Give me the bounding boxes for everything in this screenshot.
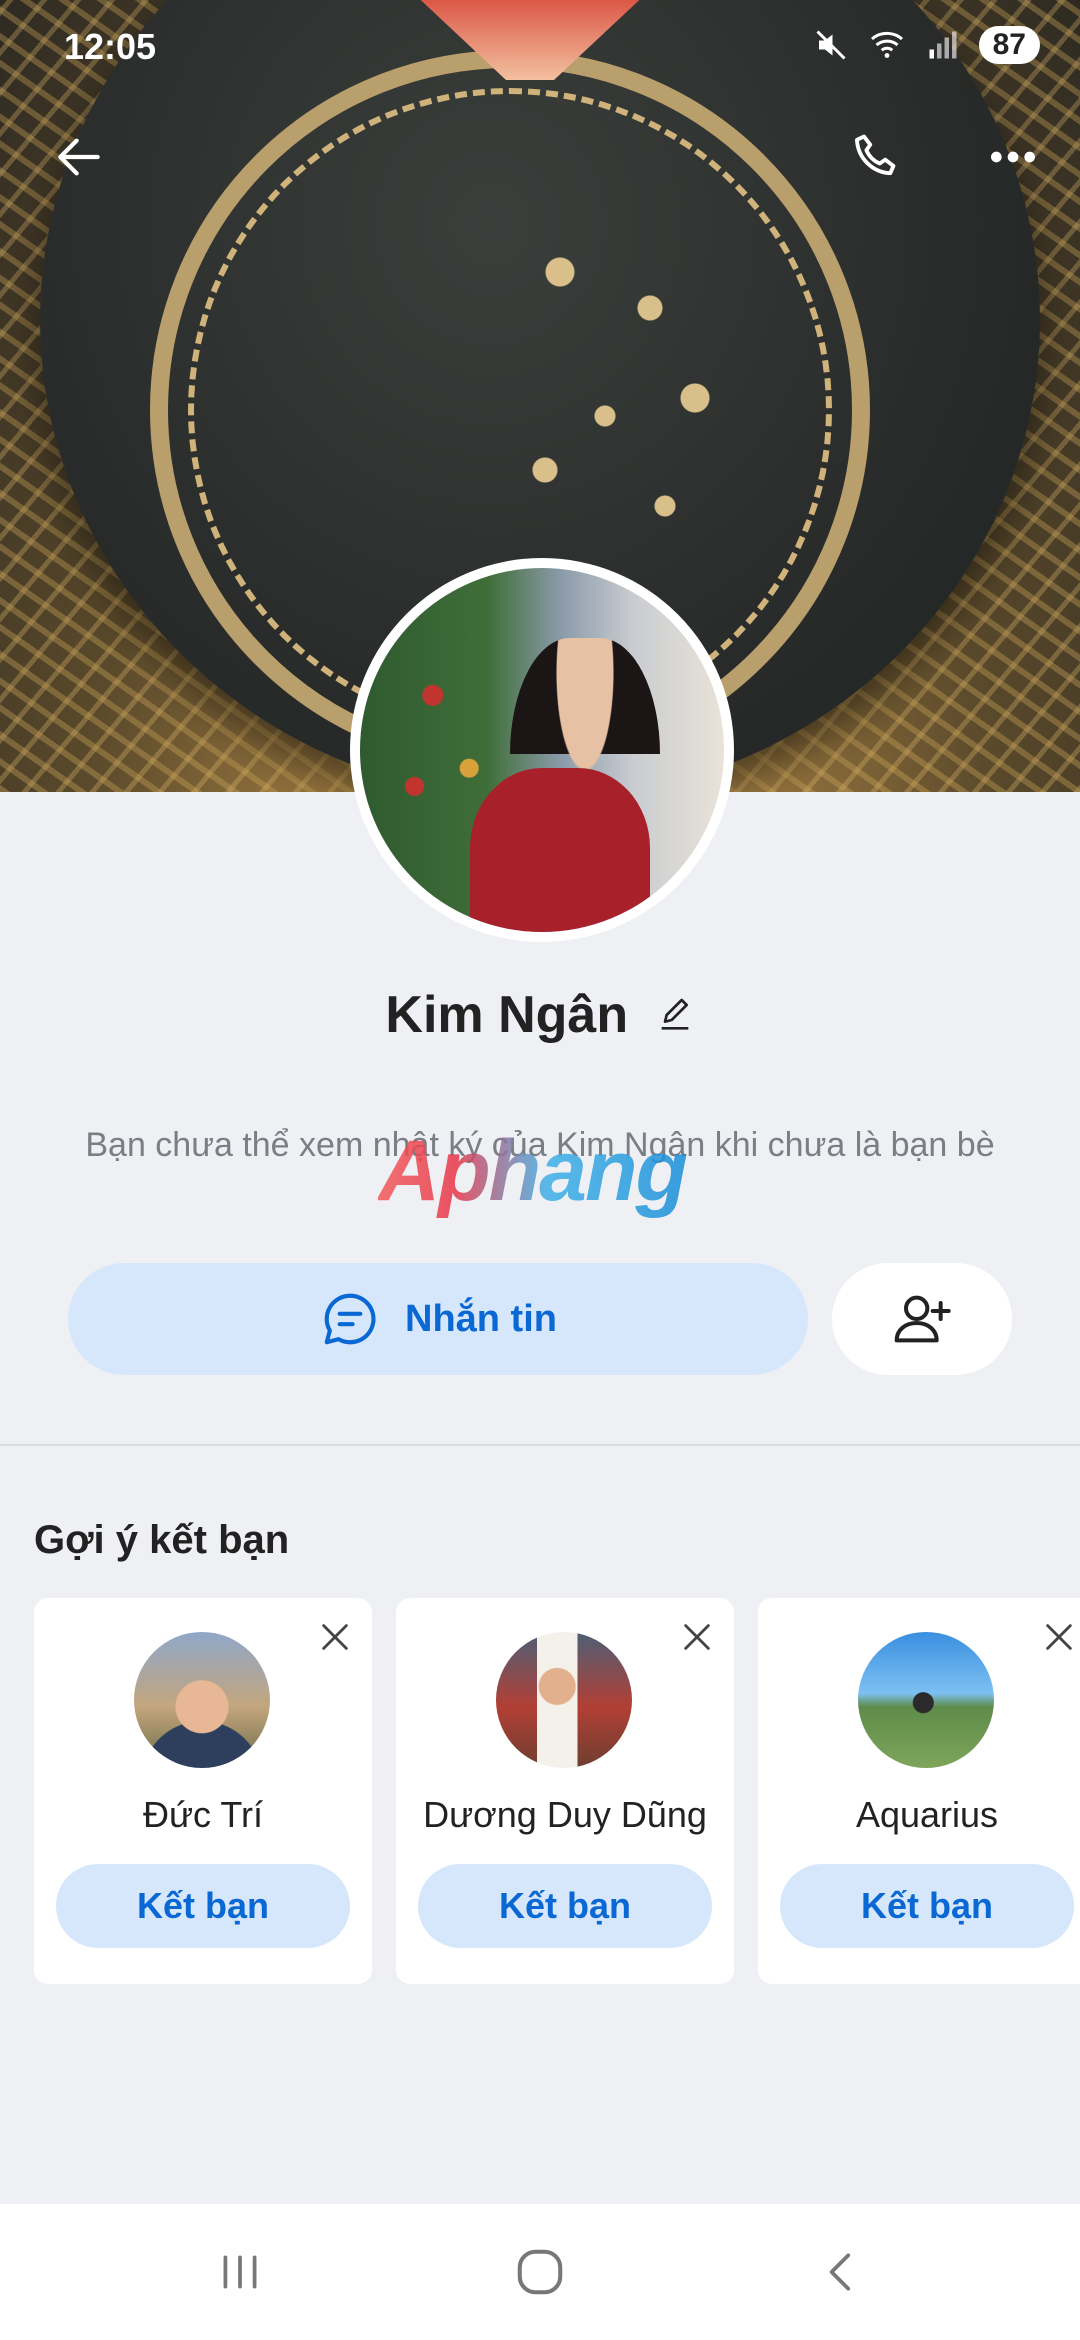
close-icon[interactable] <box>1042 1620 1076 1654</box>
suggestion-card[interactable]: Aquarius Kết bạn <box>758 1598 1080 1984</box>
close-icon[interactable] <box>318 1620 352 1654</box>
recent-apps-icon <box>223 2255 257 2289</box>
signal-icon <box>929 31 957 59</box>
home-icon <box>517 2249 563 2295</box>
more-button[interactable] <box>978 122 1048 192</box>
suggestions-carousel[interactable]: Đức Trí Kết bạn Dương Duy Dũng Kết bạn A… <box>34 1598 1080 1984</box>
watermark-logo: Aphang <box>378 1123 688 1219</box>
edit-icon[interactable] <box>655 995 695 1035</box>
status-icons: 87 <box>813 26 1040 64</box>
phone-icon <box>855 134 896 176</box>
add-friend-suggestion-button[interactable]: Kết bạn <box>56 1864 350 1948</box>
system-nav-bar <box>0 2204 1080 2340</box>
mute-icon <box>816 30 846 60</box>
add-friend-button[interactable] <box>832 1263 1012 1375</box>
suggestion-name: Aquarius <box>855 1794 999 1835</box>
profile-name: Kim Ngân <box>385 986 629 1044</box>
battery-indicator: 87 <box>978 26 1040 64</box>
profile-name-row: Kim Ngân <box>0 985 1080 1045</box>
close-icon[interactable] <box>680 1620 714 1654</box>
add-friend-suggestion-button[interactable]: Kết bạn <box>418 1864 712 1948</box>
suggestion-name: Đức Trí <box>142 1794 264 1835</box>
status-bar: 12:05 87 <box>0 0 1080 100</box>
home-button[interactable] <box>510 2242 570 2302</box>
section-divider <box>0 1444 1080 1446</box>
suggestion-avatar <box>858 1632 994 1768</box>
more-icon <box>991 151 1035 163</box>
nav-back-button[interactable] <box>812 2242 872 2302</box>
add-friend-icon <box>894 1295 951 1343</box>
wifi-icon <box>870 31 903 58</box>
message-button[interactable]: Nhắn tin <box>68 1263 808 1375</box>
suggestion-card[interactable]: Đức Trí Kết bạn <box>34 1598 372 1984</box>
avatar-dress <box>470 768 650 932</box>
suggestion-name: Dương Duy Dũng <box>423 1794 707 1835</box>
recent-apps-button[interactable] <box>210 2242 270 2302</box>
status-time: 12:05 <box>64 26 157 67</box>
nav-back-icon <box>829 2253 851 2291</box>
call-button[interactable] <box>842 122 912 192</box>
avatar-photo <box>360 568 724 932</box>
chat-bubble-icon <box>324 1293 376 1345</box>
cover-blossom-engraving <box>470 200 770 560</box>
add-friend-suggestion-button[interactable]: Kết bạn <box>780 1864 1074 1948</box>
profile-avatar[interactable] <box>350 558 734 942</box>
suggestion-avatar <box>496 1632 632 1768</box>
top-bar <box>0 110 1080 200</box>
suggestion-card[interactable]: Dương Duy Dũng Kết bạn <box>396 1598 734 1984</box>
back-button[interactable] <box>44 122 114 192</box>
message-button-label: Nhắn tin <box>405 1297 557 1340</box>
back-arrow-icon <box>58 138 100 176</box>
suggestions-title: Gợi ý kết bạn <box>34 1518 290 1562</box>
suggestion-avatar <box>134 1632 270 1768</box>
